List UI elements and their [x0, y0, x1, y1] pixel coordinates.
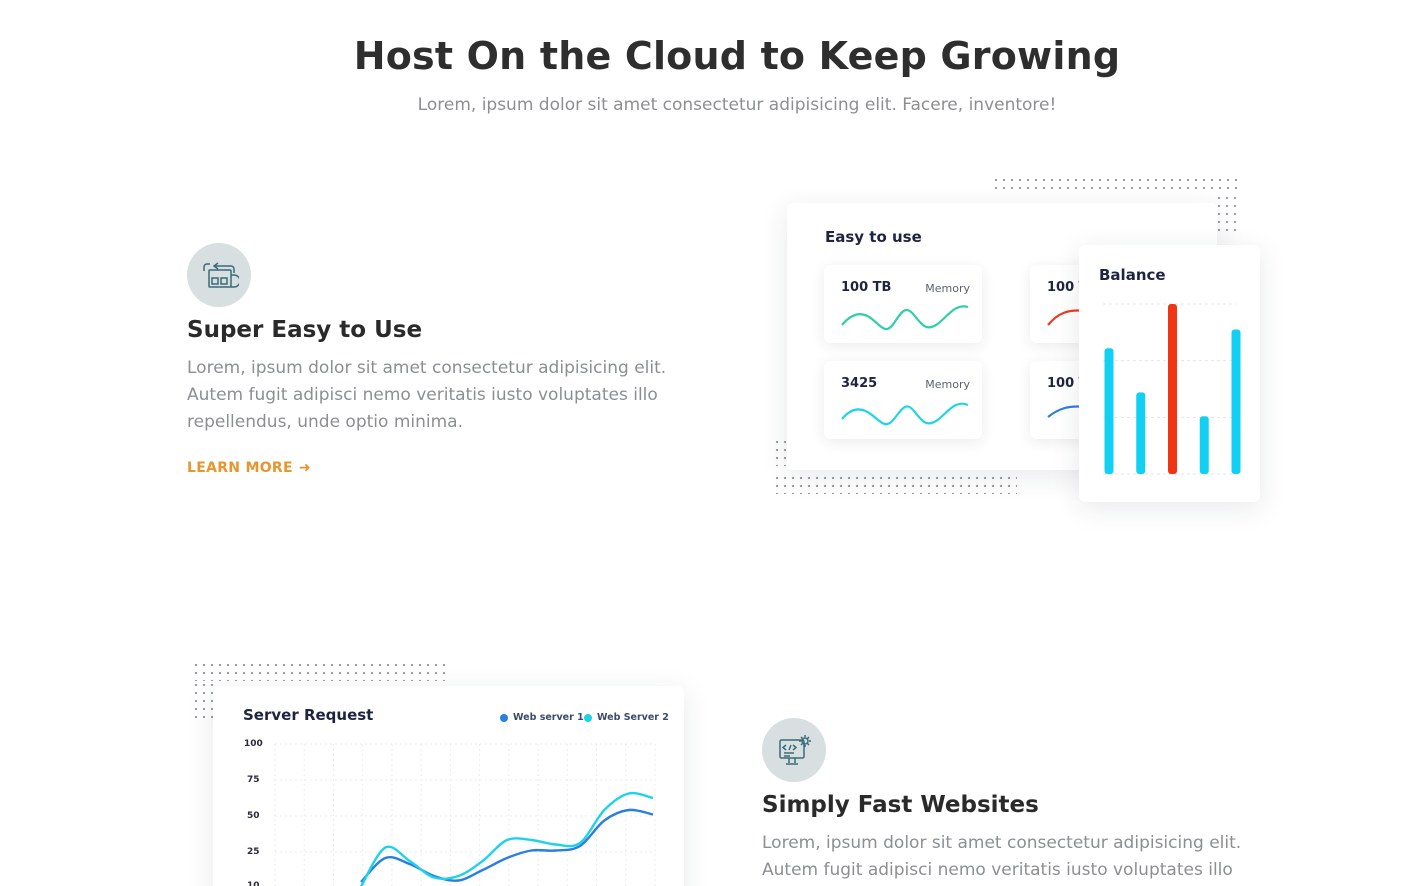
feature-description: Lorem, ipsum dolor sit amet consectetur …	[187, 358, 667, 432]
sparkline	[841, 402, 969, 426]
balance-bar	[1231, 329, 1241, 474]
code-gear-monitor-icon	[779, 735, 811, 765]
feature-icon-circle	[762, 718, 826, 782]
server-request-line-chart	[274, 743, 656, 886]
dot-pattern	[192, 661, 448, 681]
server-request-card: Server Request Web server 1 Web Server 2…	[213, 686, 684, 886]
dot-pattern	[992, 176, 1237, 194]
balance-bar	[1199, 416, 1209, 474]
stat-tile: 100 TB Memory	[824, 265, 982, 343]
page-title: Host On the Cloud to Keep Growing	[353, 34, 1121, 78]
dot-pattern	[1215, 194, 1237, 234]
learn-more-label: LEARN MORE	[187, 460, 293, 476]
series-line-1	[360, 808, 654, 883]
arrow-right-icon: ➜	[298, 460, 311, 476]
balance-bar	[1136, 392, 1146, 474]
sparkline	[841, 305, 969, 331]
stat-label: Memory	[925, 378, 970, 391]
feature-title: Super Easy to Use	[187, 317, 423, 343]
feature-title: Simply Fast Websites	[762, 792, 1039, 818]
balance-bar-chart	[1103, 303, 1241, 475]
page-subtitle: Lorem, ipsum dolor sit amet consectetur …	[417, 95, 1057, 115]
feature-description: Lorem, ipsum dolor sit amet consectetur …	[762, 833, 1242, 880]
stat-value: 3425	[841, 376, 878, 391]
feature-fast-websites: Simply Fast Websites Lorem, ipsum dolor …	[762, 718, 1282, 886]
feature-easy-to-use: Super Easy to Use Lorem, ipsum dolor sit…	[187, 243, 707, 476]
balance-bar	[1104, 348, 1114, 474]
stat-value: 100 TB	[841, 280, 892, 295]
dot-pattern	[192, 681, 214, 721]
stat-tile: 3425 Memory	[824, 361, 982, 439]
learn-more-link[interactable]: LEARN MORE ➜	[187, 460, 311, 476]
migrate-box-icon	[203, 262, 239, 288]
series-line-2	[359, 791, 654, 886]
dot-pattern	[773, 474, 1017, 494]
balance-card: Balance	[1079, 245, 1260, 502]
stat-label: Memory	[925, 282, 970, 295]
card-title: Easy to use	[825, 228, 922, 246]
balance-bar	[1168, 304, 1177, 474]
feature-icon-circle	[187, 243, 251, 307]
